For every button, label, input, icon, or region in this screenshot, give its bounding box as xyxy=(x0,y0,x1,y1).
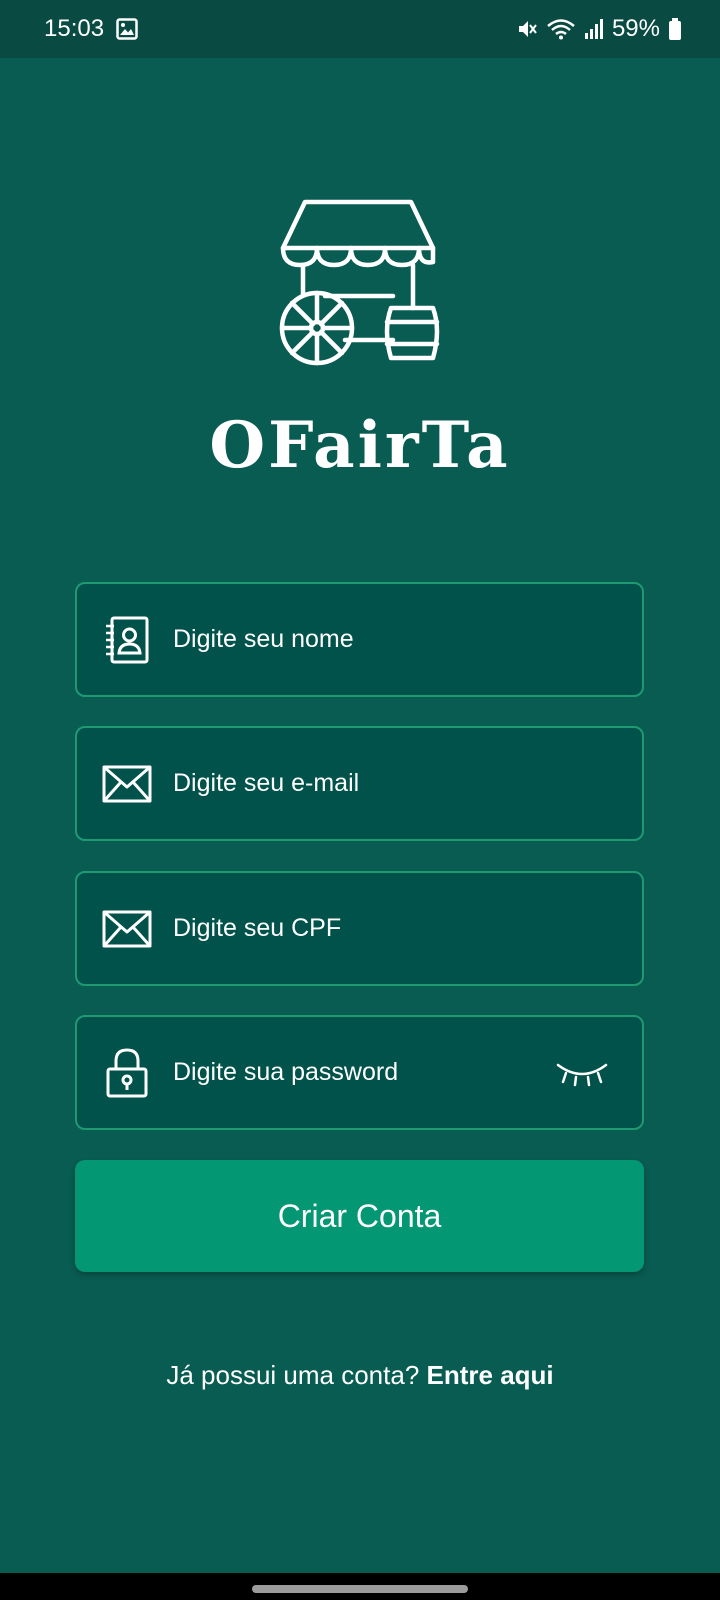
password-input[interactable] xyxy=(173,1058,533,1087)
cpf-field[interactable] xyxy=(75,871,644,986)
battery-icon xyxy=(668,17,682,41)
name-input[interactable] xyxy=(173,625,533,654)
password-field[interactable] xyxy=(75,1015,644,1130)
envelope-icon xyxy=(101,910,153,948)
login-prompt: Já possui uma conta? Entre aqui xyxy=(0,1360,720,1391)
email-input[interactable] xyxy=(173,769,533,798)
logo xyxy=(0,190,720,370)
market-stall-cart-icon xyxy=(279,199,440,366)
lock-icon xyxy=(101,1047,153,1099)
status-time: 15:03 xyxy=(44,15,105,42)
eye-closed-icon[interactable] xyxy=(556,1061,608,1092)
email-field[interactable] xyxy=(75,726,644,841)
contact-book-icon xyxy=(101,615,153,665)
name-field[interactable] xyxy=(75,582,644,697)
cpf-input[interactable] xyxy=(173,914,533,943)
brand-name: OFairTa xyxy=(209,408,511,483)
status-bar: 15:03 59% xyxy=(0,0,720,58)
navigation-bar xyxy=(0,1573,720,1600)
gallery-icon xyxy=(116,18,138,40)
login-link[interactable]: Entre aqui xyxy=(427,1360,554,1390)
envelope-icon xyxy=(101,765,153,803)
status-left: 15:03 xyxy=(44,15,138,43)
login-prompt-text: Já possui uma conta? xyxy=(166,1360,420,1390)
home-gesture-handle[interactable] xyxy=(252,1585,468,1593)
mute-icon xyxy=(516,18,538,40)
wifi-icon xyxy=(546,18,576,40)
create-account-button[interactable]: Criar Conta xyxy=(75,1160,644,1272)
status-right: 59% xyxy=(516,15,682,43)
signal-icon xyxy=(584,18,604,40)
battery-percentage: 59% xyxy=(611,15,660,42)
